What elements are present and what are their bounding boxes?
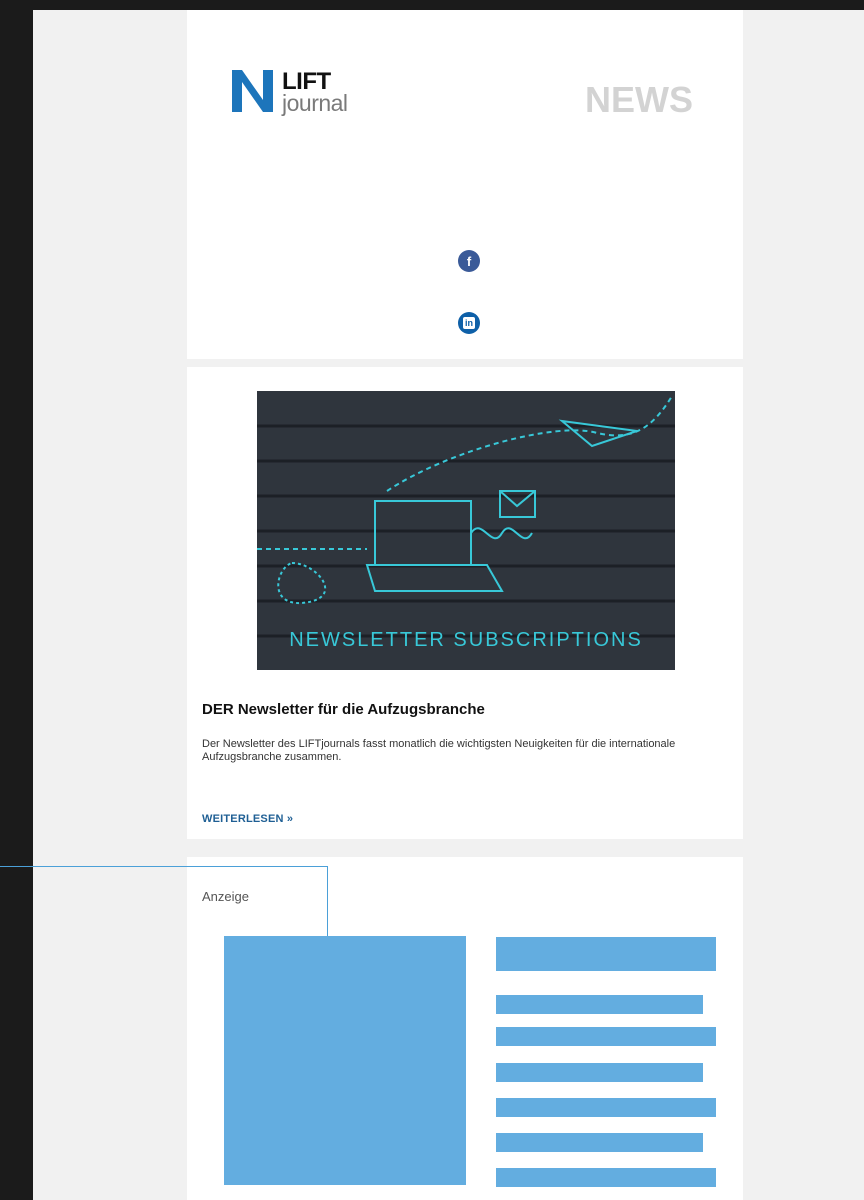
lift-journal-logo[interactable]: LIFT journal (232, 68, 372, 128)
callout-line-vertical (327, 866, 328, 936)
ad-text-line (496, 1098, 716, 1117)
article-text: Der Newsletter des LIFTjournals fasst mo… (202, 738, 676, 763)
news-label: NEWS (585, 79, 693, 120)
article-title[interactable]: DER Newsletter für die Aufzugsbranche (202, 701, 485, 718)
article-card: NEWSLETTER SUBSCRIPTIONS DER Newsletter … (187, 367, 743, 839)
top-dark-bar (0, 0, 864, 10)
logo-text-journal: journal (282, 90, 348, 116)
ad-text-line (496, 1168, 716, 1187)
lift-logo-icon (232, 70, 273, 112)
ad-text-line (496, 1133, 703, 1152)
ad-text-line (496, 1027, 716, 1046)
hero-caption: NEWSLETTER SUBSCRIPTIONS (289, 629, 643, 651)
ad-label: Anzeige (202, 889, 249, 904)
left-dark-bar (0, 0, 33, 1200)
ad-image-placeholder[interactable] (224, 936, 466, 1185)
ad-text-line (496, 1063, 703, 1082)
advertisement-card: Anzeige (187, 857, 743, 1200)
callout-line-horizontal (0, 866, 327, 867)
linkedin-icon[interactable]: in (458, 312, 480, 334)
ad-headline-bar (496, 937, 716, 971)
read-more-link[interactable]: WEITERLESEN » (202, 813, 293, 825)
header-card: LIFT journal NEWS f in (187, 10, 743, 359)
newsletter-hero-image[interactable]: NEWSLETTER SUBSCRIPTIONS (257, 391, 675, 670)
ad-text-line (496, 995, 703, 1014)
facebook-icon[interactable]: f (458, 250, 480, 272)
